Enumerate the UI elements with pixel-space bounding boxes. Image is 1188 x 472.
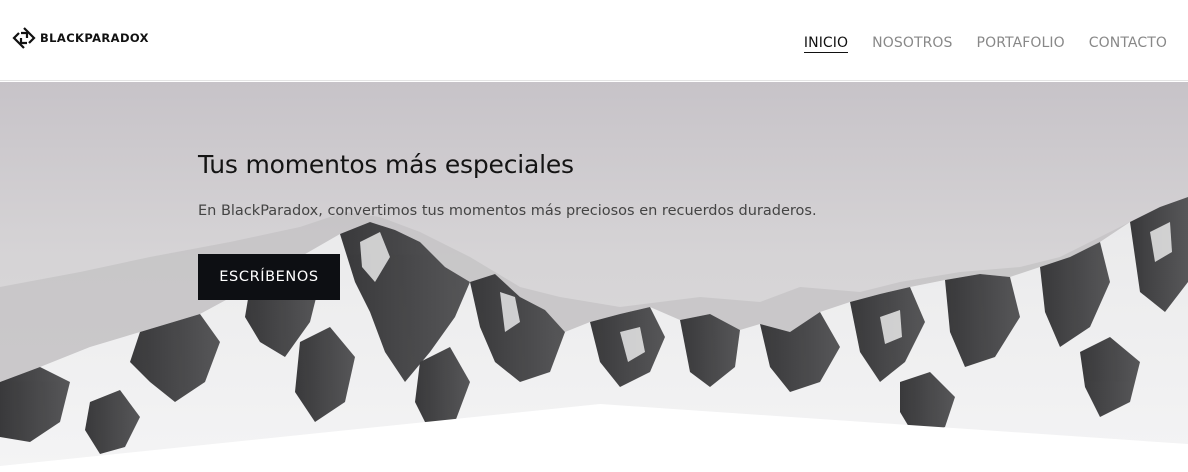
contact-cta-button[interactable]: ESCRÍBENOS: [198, 254, 340, 300]
main-nav: INICIO NOSOTROS PORTAFOLIO CONTACTO: [780, 35, 1167, 53]
hero-background-image: [0, 82, 1188, 472]
nav-item-portafolio[interactable]: PORTAFOLIO: [977, 35, 1065, 51]
blackparadox-logo-icon: [12, 27, 36, 49]
hero-title: Tus momentos más especiales: [198, 150, 574, 179]
hero-subtitle: En BlackParadox, convertimos tus momento…: [198, 203, 817, 219]
nav-item-nosotros[interactable]: NOSOTROS: [872, 35, 952, 51]
brand-name: BLACKPARADOX: [40, 31, 149, 45]
brand-logo[interactable]: BLACKPARADOX: [12, 26, 149, 50]
nav-item-inicio[interactable]: INICIO: [803, 35, 849, 53]
nav-item-contacto[interactable]: CONTACTO: [1089, 35, 1167, 51]
site-header: BLACKPARADOX INICIO NOSOTROS PORTAFOLIO …: [0, 0, 1188, 81]
hero-section: Tus momentos más especiales En BlackPara…: [0, 82, 1188, 472]
